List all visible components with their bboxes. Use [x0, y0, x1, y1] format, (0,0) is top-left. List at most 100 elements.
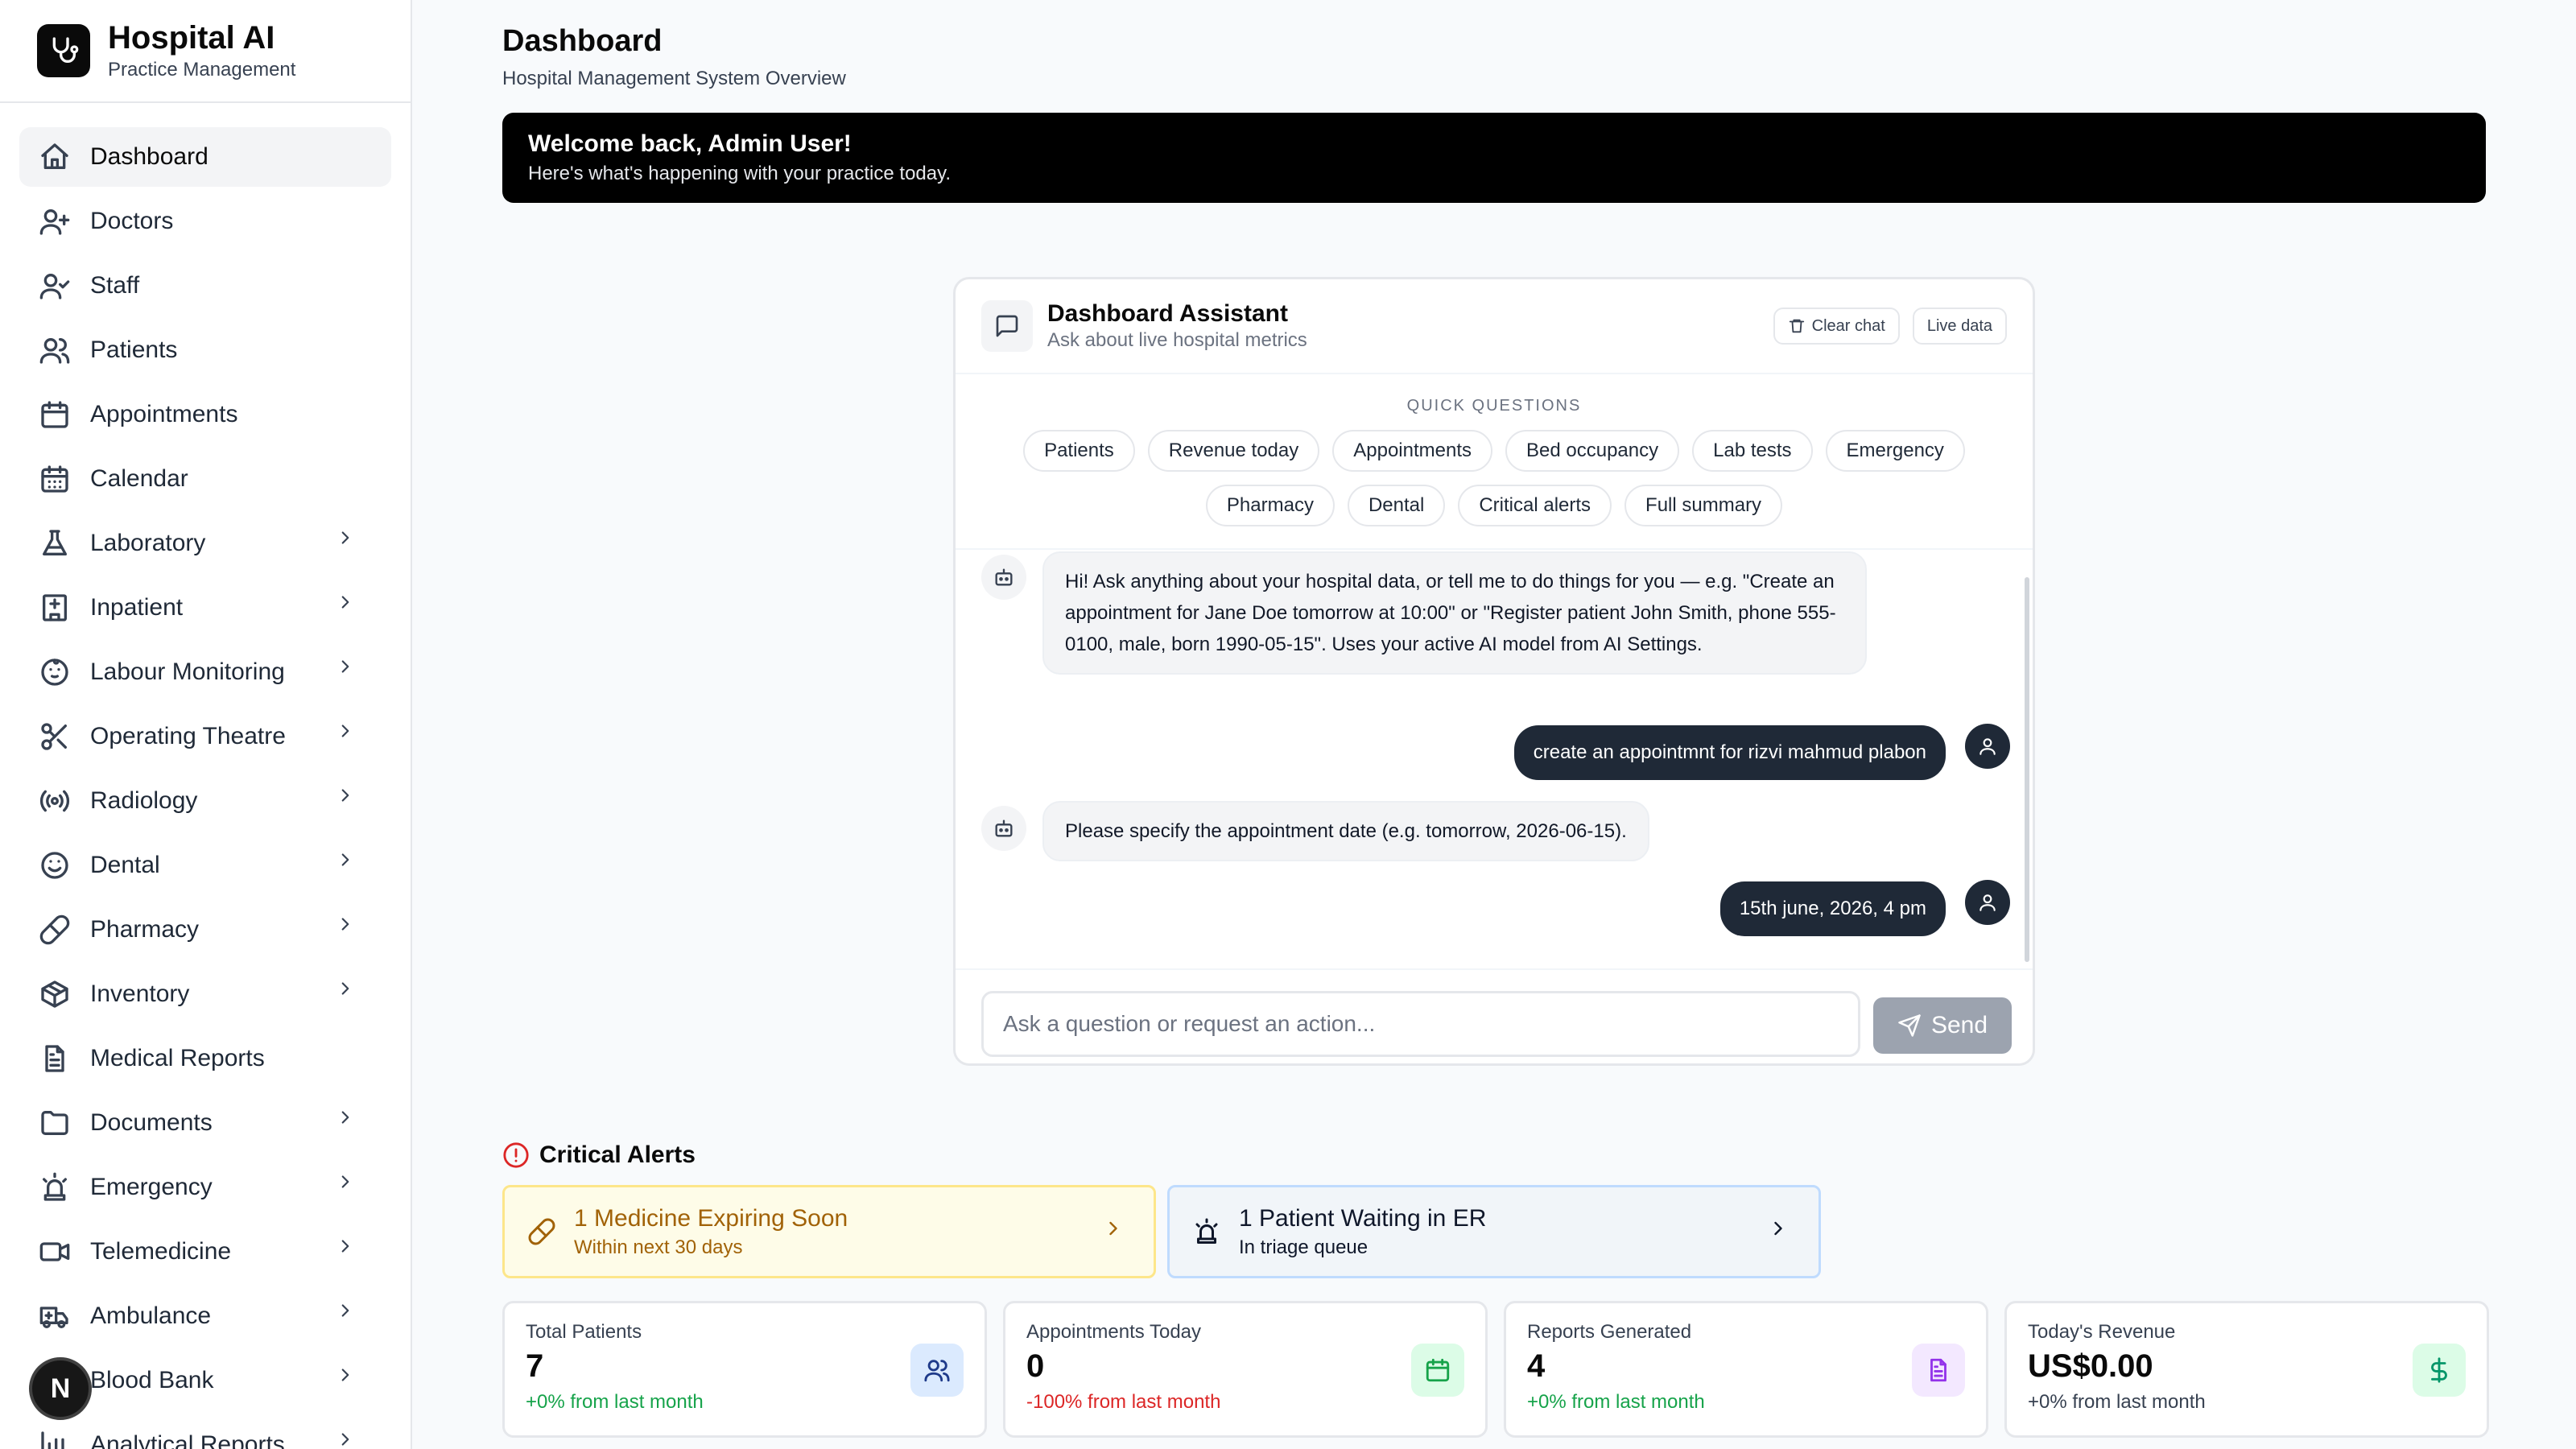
- bot-icon: [981, 806, 1026, 851]
- sidebar-item-staff[interactable]: Staff: [19, 256, 391, 316]
- sidebar-item-label: Dashboard: [90, 143, 208, 170]
- chevron-right-icon: [335, 849, 367, 881]
- siren-icon: [1192, 1217, 1221, 1246]
- quick-question-chip[interactable]: Emergency: [1825, 430, 1965, 472]
- home-icon: [39, 141, 71, 173]
- message-square-icon: [981, 300, 1033, 352]
- chat-composer: Send: [956, 968, 2033, 1063]
- sidebar-item-label: Appointments: [90, 401, 238, 427]
- sidebar-item-label: Staff: [90, 272, 140, 299]
- sidebar-item-calendar[interactable]: Calendar: [19, 449, 391, 509]
- quick-question-chip[interactable]: Lab tests: [1692, 430, 1813, 472]
- alert-subtitle: Within next 30 days: [574, 1236, 743, 1258]
- quick-question-chip[interactable]: Full summary: [1624, 485, 1783, 526]
- assistant-header: Dashboard Assistant Ask about live hospi…: [956, 279, 2033, 374]
- hospital-icon: [39, 592, 71, 624]
- sidebar-item-label: Operating Theatre: [90, 723, 286, 749]
- smile-icon: [39, 849, 71, 881]
- sidebar-item-doctors[interactable]: Doctors: [19, 192, 391, 251]
- ambulance-icon: [39, 1300, 71, 1332]
- sidebar-item-labour-monitoring[interactable]: Labour Monitoring: [19, 642, 391, 702]
- dashboard-assistant: Dashboard Assistant Ask about live hospi…: [953, 277, 2035, 1066]
- alert-medicine-expiring[interactable]: 1 Medicine Expiring Soon Within next 30 …: [502, 1185, 1156, 1278]
- welcome-banner: Welcome back, Admin User! Here's what's …: [502, 113, 2486, 203]
- pill-icon: [527, 1217, 556, 1246]
- sidebar-item-label: Labour Monitoring: [90, 658, 285, 685]
- sidebar-item-telemedicine[interactable]: Telemedicine: [19, 1222, 391, 1282]
- welcome-title: Welcome back, Admin User!: [528, 130, 852, 157]
- bar-chart-icon: [39, 1429, 71, 1449]
- scrollbar[interactable]: [2025, 577, 2029, 962]
- calendar-days-icon: [39, 463, 71, 495]
- alert-er-waiting[interactable]: 1 Patient Waiting in ER In triage queue: [1167, 1185, 1821, 1278]
- sidebar-item-dashboard[interactable]: Dashboard: [19, 127, 391, 187]
- stat-change: +0% from last month: [1527, 1391, 1705, 1413]
- stat-card-today-s-revenue: Today's Revenue US$0.00 +0% from last mont…: [2004, 1301, 2489, 1438]
- user-icon: [1965, 724, 2010, 769]
- avatar[interactable]: N: [29, 1357, 92, 1420]
- chevron-right-icon: [1102, 1217, 1131, 1246]
- quick-question-chip[interactable]: Bed occupancy: [1505, 430, 1680, 472]
- stat-icon-box: [1912, 1344, 1965, 1397]
- sidebar-item-emergency[interactable]: Emergency: [19, 1158, 391, 1217]
- quick-question-chip[interactable]: Revenue today: [1147, 430, 1320, 472]
- siren-icon: [39, 1171, 71, 1203]
- main-content: Dashboard Hospital Management System Ove…: [412, 0, 2576, 1449]
- welcome-subtitle: Here's what's happening with your practi…: [528, 163, 951, 184]
- message-list[interactable]: Hi! Ask anything about your hospital dat…: [956, 550, 2033, 968]
- stat-card-total-patients: Total Patients 7 +0% from last month: [502, 1301, 987, 1438]
- alert-circle-icon: [502, 1141, 530, 1169]
- quick-question-chip[interactable]: Pharmacy: [1205, 485, 1335, 526]
- sidebar-item-laboratory[interactable]: Laboratory: [19, 514, 391, 573]
- user-message: 15th june, 2026, 4 pm: [1719, 881, 1946, 936]
- calendar-icon: [39, 398, 71, 431]
- video-icon: [39, 1236, 71, 1268]
- folder-icon: [39, 1107, 71, 1139]
- sidebar-item-label: Pharmacy: [90, 916, 200, 943]
- chat-input[interactable]: [981, 991, 1860, 1057]
- pill-icon: [39, 914, 71, 946]
- sidebar-item-patients[interactable]: Patients: [19, 320, 391, 380]
- quick-question-chip[interactable]: Patients: [1023, 430, 1135, 472]
- sidebar-item-label: Emergency: [90, 1174, 213, 1200]
- brand-name: Hospital AI: [108, 20, 275, 56]
- sidebar-item-analytical-reports[interactable]: Analytical Reports: [19, 1415, 391, 1449]
- sidebar-item-label: Blood Bank: [90, 1367, 214, 1393]
- sidebar-item-appointments[interactable]: Appointments: [19, 385, 391, 444]
- dollar-icon: [2425, 1356, 2453, 1384]
- brand: Hospital AI Practice Management: [0, 0, 411, 103]
- page-title: Dashboard: [502, 24, 663, 58]
- sidebar-nav: Dashboard Doctors Staff Patients Appointment…: [0, 103, 411, 1449]
- sidebar-item-medical-reports[interactable]: Medical Reports: [19, 1029, 391, 1088]
- sidebar-item-label: Telemedicine: [90, 1238, 232, 1265]
- send-button[interactable]: Send: [1873, 997, 2012, 1054]
- clear-chat-button[interactable]: Clear chat: [1773, 308, 1900, 345]
- chevron-right-icon: [335, 914, 367, 946]
- stat-label: Appointments Today: [1026, 1321, 1202, 1343]
- sidebar-item-ambulance[interactable]: Ambulance: [19, 1286, 391, 1346]
- sidebar-item-label: Radiology: [90, 787, 198, 814]
- chevron-right-icon: [335, 1429, 367, 1449]
- sidebar-item-pharmacy[interactable]: Pharmacy: [19, 900, 391, 960]
- sidebar-item-documents[interactable]: Documents: [19, 1093, 391, 1153]
- sidebar-item-radiology[interactable]: Radiology: [19, 771, 391, 831]
- sidebar-item-inpatient[interactable]: Inpatient: [19, 578, 391, 638]
- stat-value: 4: [1527, 1348, 1546, 1384]
- stat-label: Reports Generated: [1527, 1321, 1692, 1343]
- sidebar-item-dental[interactable]: Dental: [19, 836, 391, 895]
- users-icon: [39, 334, 71, 366]
- sidebar-item-inventory[interactable]: Inventory: [19, 964, 391, 1024]
- quick-question-chip[interactable]: Dental: [1347, 485, 1446, 526]
- sidebar-item-label: Ambulance: [90, 1302, 212, 1329]
- stat-change: +0% from last month: [526, 1391, 704, 1413]
- chevron-right-icon: [335, 785, 367, 817]
- stat-value: 0: [1026, 1348, 1045, 1384]
- quick-question-chip[interactable]: Appointments: [1332, 430, 1493, 472]
- file-text-icon: [39, 1042, 71, 1075]
- assistant-subtitle: Ask about live hospital metrics: [1047, 329, 1307, 351]
- assistant-title: Dashboard Assistant: [1047, 300, 1288, 327]
- quick-question-chip[interactable]: Critical alerts: [1458, 485, 1612, 526]
- stat-change: +0% from last month: [2028, 1391, 2206, 1413]
- sidebar-item-operating-theatre[interactable]: Operating Theatre: [19, 707, 391, 766]
- stat-icon-box: [1411, 1344, 1464, 1397]
